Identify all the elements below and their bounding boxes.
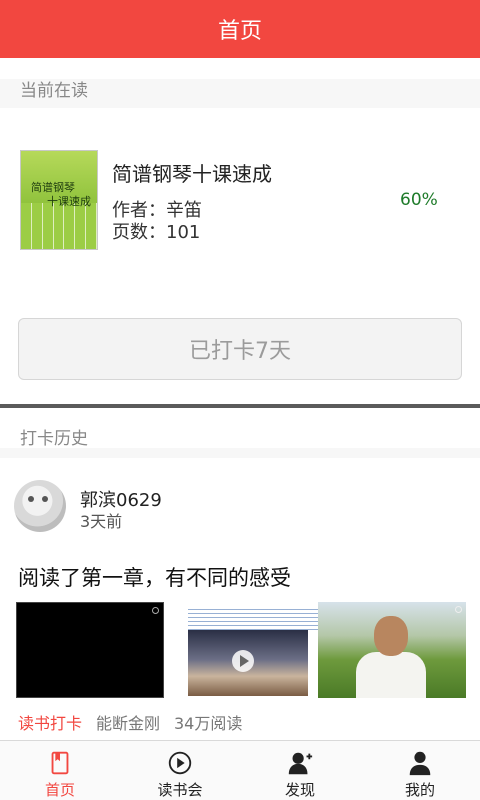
play-circle-icon — [168, 751, 192, 775]
tab-home[interactable]: 首页 — [0, 741, 120, 800]
tab-discover[interactable]: 发现 — [240, 741, 360, 800]
post-text[interactable]: 阅读了第一章，有不同的感受 — [18, 562, 291, 592]
tab-profile[interactable]: 我的 — [360, 741, 480, 800]
post-tag[interactable]: 读书打卡 — [18, 710, 82, 734]
play-icon — [232, 650, 254, 672]
tab-bar: 首页 读书会 发现 我的 — [0, 740, 480, 800]
post-image-video[interactable] — [16, 602, 164, 698]
post-image-photo[interactable] — [318, 602, 466, 698]
current-reading-label: 当前在读 — [0, 58, 480, 108]
book-pages: 页数：101 — [112, 222, 201, 243]
book-icon — [51, 751, 69, 775]
current-book-card[interactable]: 简谱钢琴 十课速成 简谱钢琴十课速成 作者：辛笛 页数：101 60% 已打卡7… — [0, 108, 480, 404]
book-title: 简谱钢琴十课速成 — [112, 162, 272, 186]
add-user-icon — [288, 752, 313, 775]
reading-progress: 60% — [400, 190, 438, 210]
cover-title-line2: 十课速成 — [47, 195, 91, 208]
tab-home-label: 首页 — [44, 781, 75, 799]
post-source[interactable]: 能断金刚 — [96, 710, 160, 734]
tab-discover-label: 发现 — [284, 781, 315, 799]
post-reads: 34万阅读 — [174, 714, 243, 733]
person-icon — [409, 751, 431, 776]
header-bar: 首页 — [0, 0, 480, 58]
tab-profile-label: 我的 — [404, 781, 435, 799]
post-image-article[interactable] — [184, 602, 332, 698]
history-post[interactable]: 郭滨0629 3天前 阅读了第一章，有不同的感受 读书打卡 能断金刚 34万阅读 — [0, 458, 480, 740]
post-time: 3天前 — [80, 512, 123, 531]
avatar[interactable] — [14, 480, 66, 532]
checkin-history-label: 打卡历史 — [0, 408, 480, 458]
book-cover[interactable]: 简谱钢琴 十课速成 — [20, 150, 98, 250]
checkin-button[interactable]: 已打卡7天 — [18, 318, 462, 380]
page-title: 首页 — [217, 19, 262, 44]
tab-reading-club[interactable]: 读书会 — [120, 741, 240, 800]
tab-reading-club-label: 读书会 — [157, 781, 203, 799]
